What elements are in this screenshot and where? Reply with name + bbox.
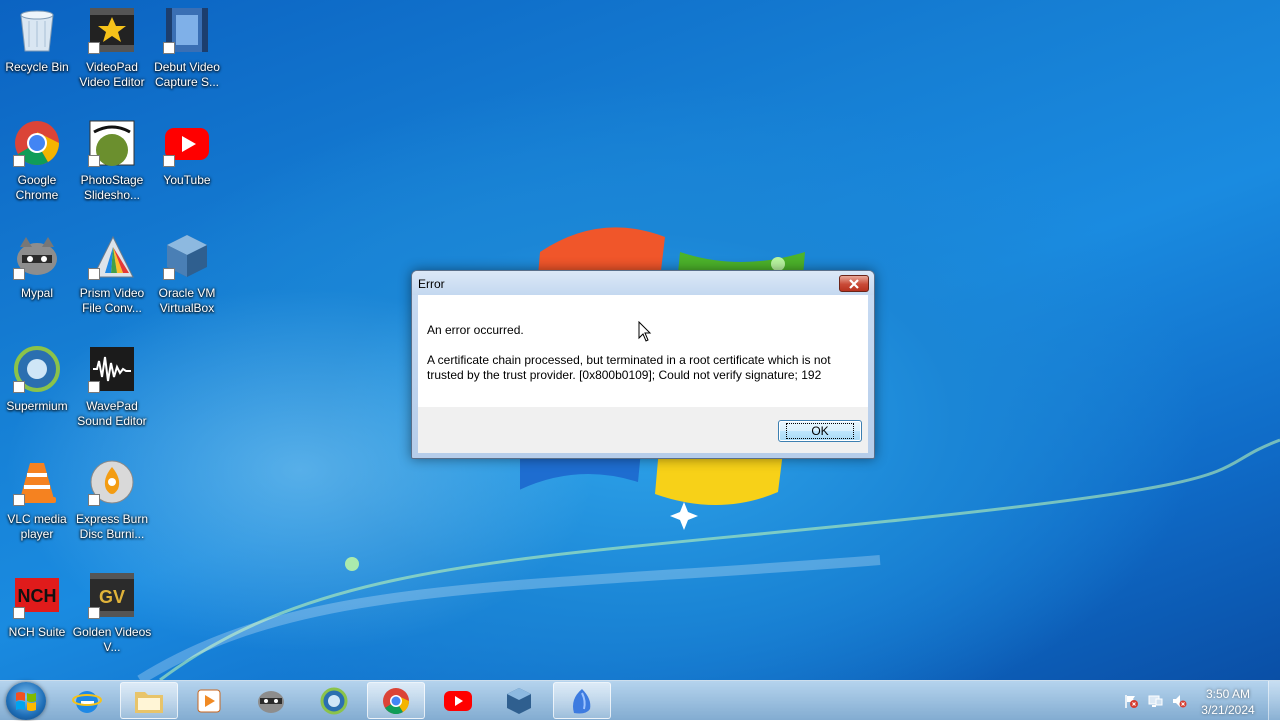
desktop-icon-label: WavePad Sound Editor — [77, 399, 147, 428]
photostage-icon — [88, 119, 136, 167]
vlc-icon — [13, 458, 61, 506]
desktop-icon-youtube[interactable]: YouTube — [149, 113, 225, 221]
virtualbox-icon — [507, 687, 531, 714]
debut-video-icon — [163, 6, 211, 54]
action-center-flag-icon[interactable] — [1123, 693, 1139, 709]
taskbar-virtualbox[interactable] — [490, 682, 548, 719]
desktop-icon-golden-videos[interactable]: GV Golden Videos V... — [72, 565, 152, 673]
mypal-icon — [13, 232, 61, 280]
desktop-icon-label: YouTube — [163, 173, 211, 187]
desktop-icon-videopad[interactable]: VideoPad Video Editor — [74, 0, 150, 108]
mypal-icon — [258, 690, 284, 713]
desktop-icon-google-chrome[interactable]: Google Chrome — [0, 113, 75, 221]
clock-time: 3:50 AM — [1205, 687, 1251, 701]
taskbar-mypal[interactable] — [242, 682, 300, 719]
desktop-icon-virtualbox[interactable]: Oracle VM VirtualBox — [149, 226, 225, 334]
ok-button-label: OK — [786, 423, 854, 439]
start-button[interactable] — [6, 682, 46, 720]
windows-logo-icon — [16, 692, 36, 711]
desktop-icon-photostage[interactable]: PhotoStage Slidesho... — [74, 113, 150, 221]
mouse-cursor-icon — [638, 321, 652, 342]
desktop-icon-label: NCH Suite — [8, 625, 66, 639]
desktop-icon-label: Oracle VM VirtualBox — [158, 286, 216, 315]
desktop-icon-supermium[interactable]: Supermium — [0, 339, 75, 447]
internet-explorer-icon — [72, 690, 102, 713]
chrome-icon — [13, 119, 61, 167]
error-dialog: Error An error occurred. A certificate c… — [411, 270, 875, 459]
desktop-icon-label: Express Burn Disc Burni... — [75, 512, 149, 541]
ok-button[interactable]: OK — [778, 420, 862, 442]
desktop-icon-label: PhotoStage Slidesho... — [80, 173, 144, 202]
dialog-footer: OK — [418, 407, 868, 453]
taskbar-internet-explorer[interactable] — [58, 682, 116, 719]
express-burn-icon — [88, 458, 136, 506]
desktop-icon-label: VideoPad Video Editor — [79, 60, 145, 89]
taskbar-installer[interactable] — [553, 682, 611, 719]
desktop-icon-wavepad[interactable]: WavePad Sound Editor — [74, 339, 150, 447]
taskbar-youtube[interactable] — [429, 682, 487, 719]
volume-muted-icon[interactable] — [1171, 693, 1187, 709]
desktop-icon-debut-video[interactable]: Debut Video Capture S... — [149, 0, 225, 108]
youtube-icon — [163, 119, 211, 167]
show-desktop-button[interactable] — [1268, 681, 1280, 721]
prism-icon — [88, 232, 136, 280]
installer-icon — [573, 688, 591, 713]
wavepad-icon — [88, 345, 136, 393]
taskbar-media-player[interactable] — [180, 682, 238, 719]
desktop-icon-label: Google Chrome — [15, 173, 59, 202]
desktop-icon-recycle-bin[interactable]: Recycle Bin — [0, 0, 75, 108]
close-icon — [849, 278, 859, 289]
svg-text:GV: GV — [99, 587, 125, 607]
desktop-icon-label: Prism Video File Conv... — [79, 286, 145, 315]
desktop-icon-express-burn[interactable]: Express Burn Disc Burni... — [74, 452, 150, 560]
media-player-icon — [197, 689, 221, 712]
desktop-icon-label: Recycle Bin — [5, 60, 69, 74]
network-icon[interactable] — [1147, 693, 1163, 709]
taskbar-google-chrome[interactable] — [367, 682, 425, 719]
youtube-icon — [444, 690, 472, 711]
clock-date: 3/21/2024 — [1201, 703, 1255, 717]
desktop-icon-label: Debut Video Capture S... — [154, 60, 220, 89]
dialog-title: Error — [418, 277, 445, 291]
desktop-icon-mypal[interactable]: Mypal — [0, 226, 75, 334]
desktop-icon-label: VLC media player — [7, 512, 67, 541]
folder-icon — [135, 691, 163, 713]
svg-text:NCH: NCH — [18, 586, 57, 606]
error-message: A certificate chain processed, but termi… — [427, 353, 831, 382]
dialog-titlebar[interactable]: Error — [412, 271, 874, 295]
desktop-icon-vlc[interactable]: VLC media player — [0, 452, 75, 560]
golden-videos-icon: GV — [88, 571, 136, 619]
desktop-icon-nch-suite[interactable]: NCH NCH Suite — [0, 565, 75, 673]
taskbar: 3:50 AM 3/21/2024 — [0, 680, 1280, 721]
system-clock[interactable]: 3:50 AM 3/21/2024 — [1192, 686, 1264, 718]
virtualbox-icon — [163, 232, 211, 280]
taskbar-windows-explorer[interactable] — [120, 682, 178, 719]
close-button[interactable] — [839, 275, 869, 292]
desktop-icon-label: Mypal — [20, 286, 53, 300]
supermium-icon — [320, 687, 348, 714]
supermium-icon — [13, 345, 61, 393]
chrome-icon — [383, 687, 410, 714]
recycle-bin-icon — [13, 6, 61, 54]
desktop-icon-prism[interactable]: Prism Video File Conv... — [74, 226, 150, 334]
taskbar-supermium[interactable] — [305, 682, 363, 719]
videopad-icon — [88, 6, 136, 54]
nch-suite-icon: NCH — [13, 571, 61, 619]
desktop-icon-label: Supermium — [6, 399, 68, 413]
desktop: Recycle Bin VideoPad Video Editor Debut … — [0, 0, 1280, 680]
error-heading: An error occurred. — [427, 323, 524, 337]
dialog-content: An error occurred. A certificate chain p… — [418, 295, 868, 407]
desktop-icon-label: Golden Videos V... — [72, 625, 152, 654]
